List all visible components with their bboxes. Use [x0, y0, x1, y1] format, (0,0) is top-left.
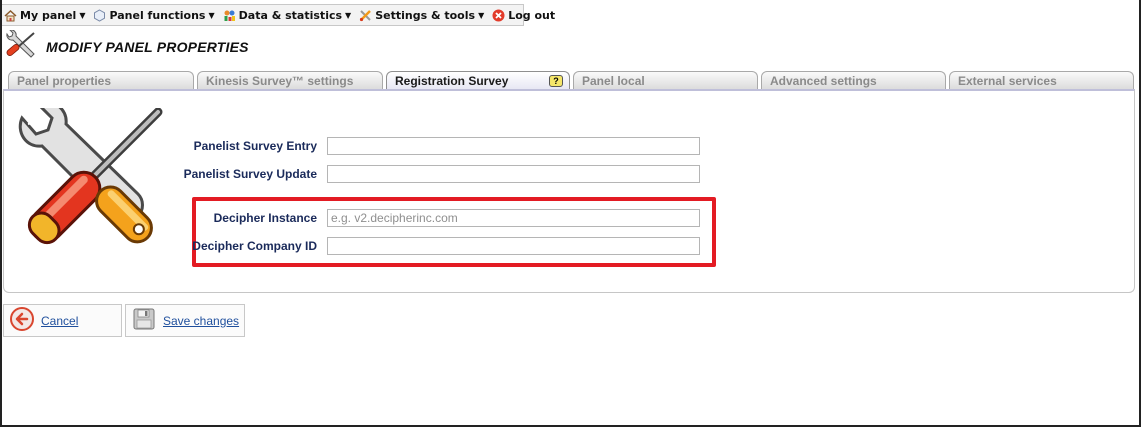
back-arrow-icon — [10, 306, 34, 335]
decipher-instance-input[interactable] — [327, 209, 700, 227]
cancel-button[interactable]: Cancel — [3, 304, 122, 337]
tab-label: Advanced settings — [770, 74, 877, 88]
label-panelist-survey-update: Panelist Survey Update — [183, 167, 317, 181]
tab-label: Panel local — [582, 74, 645, 88]
decipher-company-id-input[interactable] — [327, 237, 700, 255]
tab-label: External services — [958, 74, 1057, 88]
caret-down-icon: ▼ — [79, 10, 86, 20]
tab-label: Kinesis Survey™ settings — [206, 74, 354, 88]
page-title: MODIFY PANEL PROPERTIES — [46, 39, 249, 55]
help-icon[interactable]: ? — [549, 75, 563, 87]
power-off-icon — [492, 9, 505, 22]
menu-log-out[interactable]: Log out — [489, 5, 560, 25]
save-changes-button[interactable]: Save changes — [125, 304, 245, 337]
tab-panel-local[interactable]: Panel local — [573, 71, 758, 89]
menu-label: Data & statistics — [238, 8, 343, 22]
page-header: MODIFY PANEL PROPERTIES — [4, 29, 249, 64]
caret-down-icon: ▼ — [208, 10, 215, 20]
menu-label: My panel — [20, 8, 77, 22]
menu-label: Panel functions — [109, 8, 206, 22]
tab-external-services[interactable]: External services — [949, 71, 1134, 89]
tab-panel-properties[interactable]: Panel properties — [8, 71, 194, 89]
label-decipher-instance: Decipher Instance — [213, 211, 317, 225]
tools-icon — [4, 29, 38, 64]
menu-panel-functions[interactable]: Panel functions ▼ — [90, 5, 219, 25]
panelist-survey-update-input[interactable] — [327, 165, 700, 183]
menu-settings-tools[interactable]: Settings & tools ▼ — [356, 5, 489, 25]
tab-registration-survey[interactable]: Registration Survey ? — [386, 71, 570, 90]
home-icon — [4, 9, 17, 22]
caret-down-icon: ▼ — [478, 10, 485, 20]
tab-advanced-settings[interactable]: Advanced settings — [761, 71, 946, 89]
highlight-box — [192, 197, 716, 267]
cancel-label: Cancel — [41, 313, 79, 328]
chart-people-icon — [223, 9, 236, 22]
tab-kinesis-survey-settings[interactable]: Kinesis Survey™ settings — [197, 71, 383, 89]
tab-label: Panel properties — [17, 74, 112, 88]
tab-label: Registration Survey — [395, 74, 509, 88]
menu-my-panel[interactable]: My panel ▼ — [1, 5, 90, 25]
menu-label: Log out — [508, 8, 556, 22]
label-decipher-company-id: Decipher Company ID — [192, 239, 317, 253]
caret-down-icon: ▼ — [345, 10, 352, 20]
menu-label: Settings & tools — [375, 8, 476, 22]
floppy-disk-icon — [132, 307, 156, 335]
top-menu-bar: My panel ▼ Panel functions ▼ Data & statis… — [0, 4, 555, 26]
hexagon-icon — [93, 8, 106, 22]
save-changes-label: Save changes — [163, 313, 240, 328]
label-panelist-survey-entry: Panelist Survey Entry — [193, 139, 317, 153]
tools-icon — [359, 9, 372, 22]
panelist-survey-entry-input[interactable] — [327, 137, 700, 155]
menu-data-statistics[interactable]: Data & statistics ▼ — [220, 5, 357, 25]
